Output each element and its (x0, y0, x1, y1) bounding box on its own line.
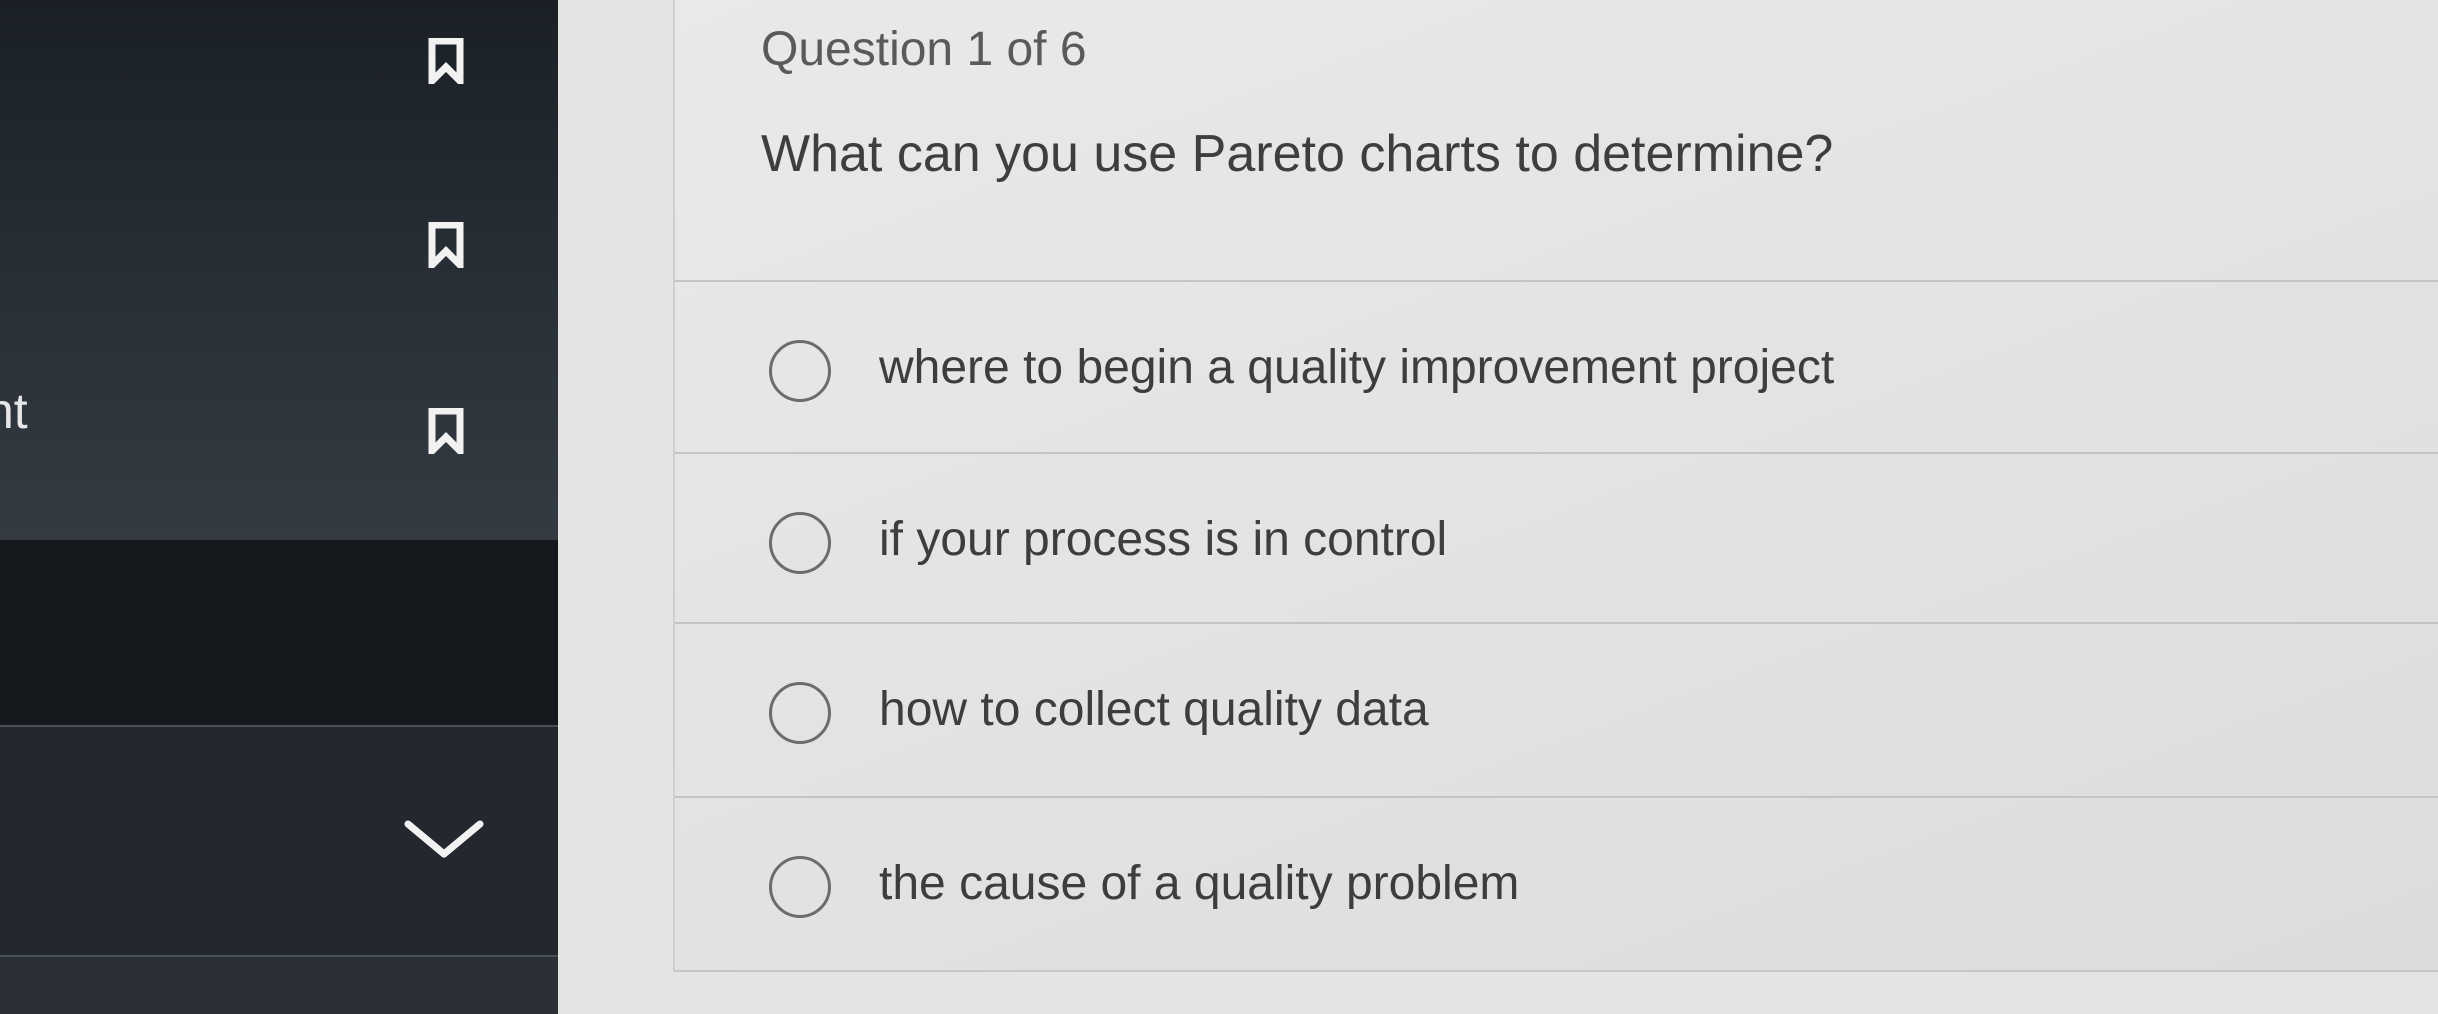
answer-option[interactable]: where to begin a quality improvement pro… (675, 282, 2438, 452)
radio-button[interactable] (769, 512, 831, 574)
bookmark-icon[interactable] (428, 38, 464, 84)
question-counter: Question 1 of 6 (761, 23, 1087, 76)
bookmark-icon[interactable] (428, 222, 464, 268)
sidebar-item-label: nt (0, 383, 28, 439)
chevron-down-icon[interactable] (404, 818, 484, 864)
answer-option-label: where to begin a quality improvement pro… (879, 341, 1835, 394)
answer-option[interactable]: how to collect quality data (675, 624, 2438, 794)
sidebar-section-bottom (0, 955, 558, 1014)
answer-option-label: if your process is in control (879, 513, 1448, 566)
answer-option-label: the cause of a quality problem (879, 857, 1520, 910)
answer-option-label: how to collect quality data (879, 683, 1429, 736)
page: nt Question 1 of 6 What can you use Pare… (0, 0, 2438, 1014)
radio-button[interactable] (769, 856, 831, 918)
sidebar-section-top (0, 0, 558, 540)
bookmark-icon[interactable] (428, 408, 464, 454)
radio-button[interactable] (769, 340, 831, 402)
question-text: What can you use Pareto charts to determ… (761, 125, 1834, 183)
radio-button[interactable] (769, 682, 831, 744)
question-panel: Question 1 of 6 What can you use Pareto … (673, 0, 2438, 972)
answer-option[interactable]: if your process is in control (675, 454, 2438, 624)
sidebar: nt (0, 0, 558, 1014)
sidebar-section-dark (0, 540, 558, 725)
answer-option[interactable]: the cause of a quality problem (675, 798, 2438, 968)
